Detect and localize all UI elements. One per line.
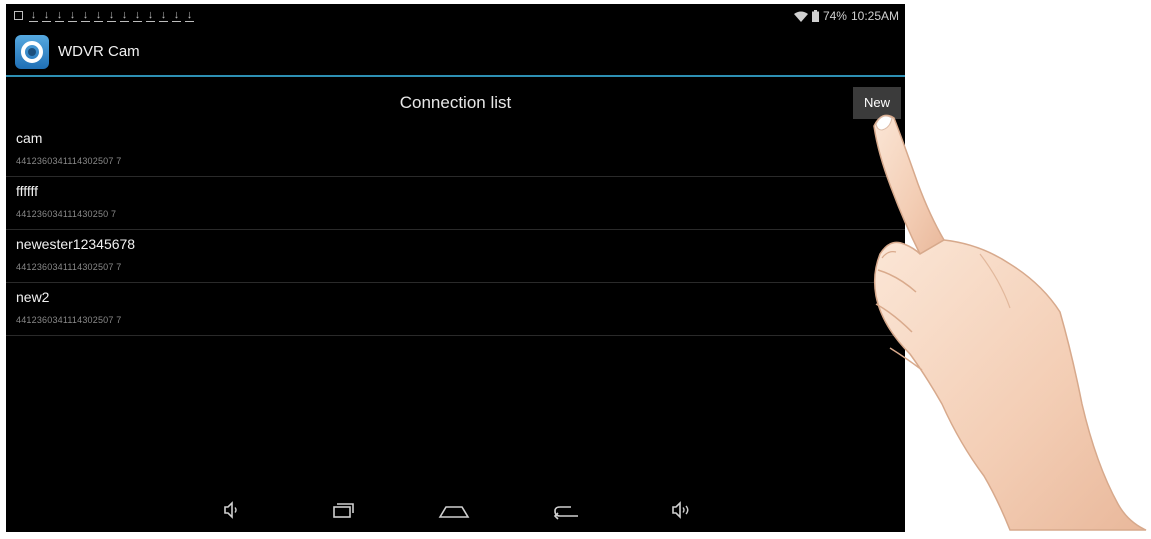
action-bar: WDVR Cam	[6, 28, 905, 77]
connection-device-id: 4412360341114302507 7	[16, 156, 122, 166]
connection-list-header: Connection list New	[6, 80, 905, 124]
connection-name: ffffff	[16, 183, 39, 199]
connection-item[interactable]: new2 4412360341114302507 7	[6, 283, 905, 336]
download-icon: ↓	[172, 9, 181, 22]
connection-list: cam 4412360341114302507 7 ffffff 4412360…	[6, 124, 905, 336]
download-icon: ↓	[42, 9, 51, 22]
device-screen: ↓ ↓ ↓ ↓ ↓ ↓ ↓ ↓ ↓ ↓ ↓ ↓ ↓ 74% 10:25AM WD…	[6, 4, 905, 532]
pointing-hand-icon	[860, 104, 1151, 534]
download-icon: ↓	[120, 9, 129, 22]
download-icon: ↓	[133, 9, 142, 22]
download-icon: ↓	[94, 9, 103, 22]
app-icon[interactable]	[15, 35, 49, 69]
connection-device-id: 4412360341114302507 7	[16, 315, 122, 325]
connection-device-id: 441236034111430250 7	[16, 209, 117, 219]
download-icon: ↓	[146, 9, 155, 22]
battery-icon	[811, 10, 819, 22]
page-title: Connection list	[399, 93, 512, 112]
download-icon: ↓	[68, 9, 77, 22]
battery-level: 74%	[822, 9, 847, 23]
volume-down-icon[interactable]	[216, 498, 246, 522]
recent-apps-icon[interactable]	[328, 498, 358, 522]
download-icon: ↓	[29, 9, 38, 22]
navigation-bar	[6, 492, 905, 532]
wifi-icon	[793, 11, 808, 22]
download-icon: ↓	[107, 9, 116, 22]
connection-name: cam	[16, 130, 43, 146]
status-bar: ↓ ↓ ↓ ↓ ↓ ↓ ↓ ↓ ↓ ↓ ↓ ↓ ↓ 74% 10:25AM	[6, 4, 905, 28]
clock: 10:25AM	[850, 9, 899, 23]
connection-item[interactable]: cam 4412360341114302507 7	[6, 124, 905, 177]
volume-up-icon[interactable]	[666, 498, 696, 522]
home-icon[interactable]	[437, 498, 470, 522]
status-indicators: 74% 10:25AM	[793, 9, 899, 23]
connection-item[interactable]: newester12345678 4412360341114302507 7	[6, 230, 905, 283]
download-icon: ↓	[159, 9, 168, 22]
download-icon: ↓	[55, 9, 64, 22]
connection-device-id: 4412360341114302507 7	[16, 262, 122, 272]
download-icon: ↓	[185, 9, 194, 22]
back-icon[interactable]	[551, 498, 581, 522]
gallery-icon	[14, 11, 23, 20]
connection-item[interactable]: ffffff 441236034111430250 7	[6, 177, 905, 230]
connection-name: newester12345678	[16, 236, 136, 252]
app-title: WDVR Cam	[58, 43, 140, 60]
download-icon: ↓	[81, 9, 90, 22]
connection-name: new2	[16, 289, 50, 305]
notification-icons: ↓ ↓ ↓ ↓ ↓ ↓ ↓ ↓ ↓ ↓ ↓ ↓ ↓	[14, 9, 194, 22]
